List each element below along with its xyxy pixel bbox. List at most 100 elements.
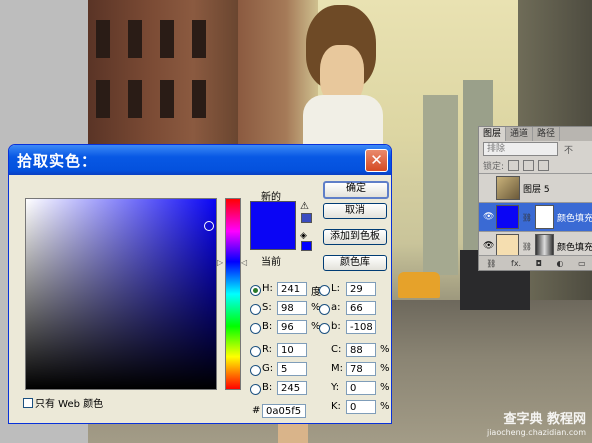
layer-thumbnail <box>496 176 520 200</box>
cyan-unit: % <box>380 344 390 355</box>
new-group-icon[interactable]: ▭ <box>578 259 586 268</box>
lab-l-label: L: <box>331 283 340 294</box>
link-icon: ⛓ <box>521 241 532 251</box>
visibility-eye-icon[interactable]: 👁 <box>483 241 494 251</box>
distant-building <box>423 95 458 275</box>
green-label: G: <box>262 363 274 374</box>
hue-label: H: <box>262 283 273 294</box>
layers-footer: ⛓ fx. ◘ ◐ ▭ <box>479 255 592 270</box>
tab-layers[interactable]: 图层 <box>479 127 507 141</box>
lab-a-label: a: <box>331 302 341 313</box>
lab-l-row: L: 29 <box>319 282 389 298</box>
lab-b-label: b: <box>331 321 341 332</box>
color-libraries-button[interactable]: 颜色库 <box>323 255 387 271</box>
gamut-warning-icon[interactable]: ⚠ <box>300 201 309 212</box>
watermark: 查字典 教程网 jiaocheng.chazidian.com <box>487 413 586 439</box>
brightness-field[interactable]: 96 <box>277 320 307 334</box>
layer-row[interactable]: 👁 ⛓ 颜色填充 <box>479 202 592 231</box>
lock-row: 锁定: <box>479 157 592 173</box>
lab-a-row: a: 66 <box>319 301 389 317</box>
brightness-label: B: <box>262 321 273 332</box>
lab-l-radio[interactable] <box>319 285 330 296</box>
web-only-checkbox[interactable] <box>23 398 33 408</box>
hue-slider[interactable] <box>225 198 241 390</box>
visibility-eye-icon[interactable]: 👁 <box>483 212 494 222</box>
hue-field[interactable]: 241 <box>277 282 307 296</box>
web-only-label: 只有 Web 颜色 <box>35 399 104 410</box>
lab-a-field[interactable]: 66 <box>346 301 376 315</box>
lab-b-field[interactable]: -108 <box>346 320 376 334</box>
blend-mode-select[interactable]: 排除 <box>483 142 558 156</box>
layer-row[interactable]: 图层 5 <box>479 173 592 202</box>
saturation-field[interactable]: 98 <box>277 301 307 315</box>
hue-slider-left-arrow-icon[interactable]: ▷ <box>217 258 223 267</box>
gamut-color-swatch[interactable] <box>301 213 312 223</box>
watermark-title: 查字典 教程网 <box>503 412 586 427</box>
hue-row: H: 241 度 <box>250 282 325 298</box>
dialog-title: 拾取实色： <box>17 152 98 170</box>
blue-row: B: 245 <box>250 381 325 397</box>
tab-channels[interactable]: 通道 <box>506 127 534 141</box>
black-field[interactable]: 0 <box>346 400 376 414</box>
cancel-button[interactable]: 取消 <box>323 203 387 219</box>
lab-b-radio[interactable] <box>319 323 330 334</box>
magenta-unit: % <box>380 363 390 374</box>
yellow-field[interactable]: 0 <box>346 381 376 395</box>
watermark-url: jiaocheng.chazidian.com <box>486 428 586 437</box>
red-field[interactable]: 10 <box>277 343 307 357</box>
hue-slider-right-arrow-icon[interactable]: ◁ <box>241 258 247 267</box>
layer-name: 图层 5 <box>523 184 550 195</box>
hue-radio[interactable] <box>250 285 261 296</box>
brightness-row: B: 96 % <box>250 320 325 336</box>
color-picker-dialog: 拾取实色： ✕ ▷ ◁ 新的 当前 ⚠ ◈ 确定 取消 添加到色板 颜色库 H:… <box>8 144 392 424</box>
current-color-label: 当前 <box>261 257 281 268</box>
lab-b-row: b: -108 <box>319 320 389 336</box>
add-to-swatches-button[interactable]: 添加到色板 <box>323 229 387 245</box>
layer-name: 颜色填充 <box>556 242 592 253</box>
magenta-label: M: <box>331 363 343 374</box>
lock-pixels-icon[interactable] <box>523 159 535 171</box>
close-button[interactable]: ✕ <box>365 149 388 172</box>
color-field-marker[interactable] <box>204 221 214 231</box>
tab-paths[interactable]: 路径 <box>533 127 561 141</box>
green-field[interactable]: 5 <box>277 362 307 376</box>
blend-row: 排除 不 <box>479 141 592 157</box>
hex-label: # <box>252 405 261 416</box>
cyan-field[interactable]: 88 <box>346 343 376 357</box>
web-safe-warning-icon[interactable]: ◈ <box>300 231 307 241</box>
blue-field[interactable]: 245 <box>277 381 307 395</box>
hex-row: # 0a05f5 <box>250 404 320 420</box>
layer-mask-thumbnail <box>534 205 554 229</box>
blue-radio[interactable] <box>250 384 261 395</box>
link-layers-icon[interactable]: ⛓ <box>486 259 496 268</box>
lock-position-icon[interactable] <box>538 159 550 171</box>
web-safe-color-swatch[interactable] <box>301 241 312 251</box>
saturation-brightness-field[interactable] <box>25 198 217 390</box>
layers-panel: 图层 通道 路径 排除 不 锁定: 图层 5 👁 ⛓ 颜色填充 👁 ⛓ 颜色填充… <box>478 126 592 271</box>
lock-transparency-icon[interactable] <box>508 159 520 171</box>
ok-button[interactable]: 确定 <box>323 181 389 199</box>
lab-l-field[interactable]: 29 <box>346 282 376 296</box>
black-label: K: <box>331 401 341 412</box>
yellow-unit: % <box>380 382 390 393</box>
dialog-body: ▷ ◁ 新的 当前 ⚠ ◈ 确定 取消 添加到色板 颜色库 H: 241 度 S… <box>12 175 391 423</box>
saturation-radio[interactable] <box>250 304 261 315</box>
black-row: K: 0 % <box>331 400 391 416</box>
brightness-radio[interactable] <box>250 323 261 334</box>
green-radio[interactable] <box>250 365 261 376</box>
current-color-swatch[interactable] <box>250 225 296 250</box>
link-icon: ⛓ <box>521 212 532 222</box>
fx-icon[interactable]: fx. <box>511 259 521 268</box>
cyan-row: C: 88 % <box>331 343 391 359</box>
dialog-titlebar[interactable]: 拾取实色： ✕ <box>9 145 391 175</box>
adjustment-layer-icon[interactable]: ◐ <box>557 259 564 268</box>
new-color-swatch <box>250 201 296 226</box>
saturation-row: S: 98 % <box>250 301 325 317</box>
add-mask-icon[interactable]: ◘ <box>536 259 542 268</box>
lab-a-radio[interactable] <box>319 304 330 315</box>
red-radio[interactable] <box>250 346 261 357</box>
blue-label: B: <box>262 382 273 393</box>
hex-field[interactable]: 0a05f5 <box>262 404 306 418</box>
layer-thumbnail <box>496 205 519 229</box>
magenta-field[interactable]: 78 <box>346 362 376 376</box>
